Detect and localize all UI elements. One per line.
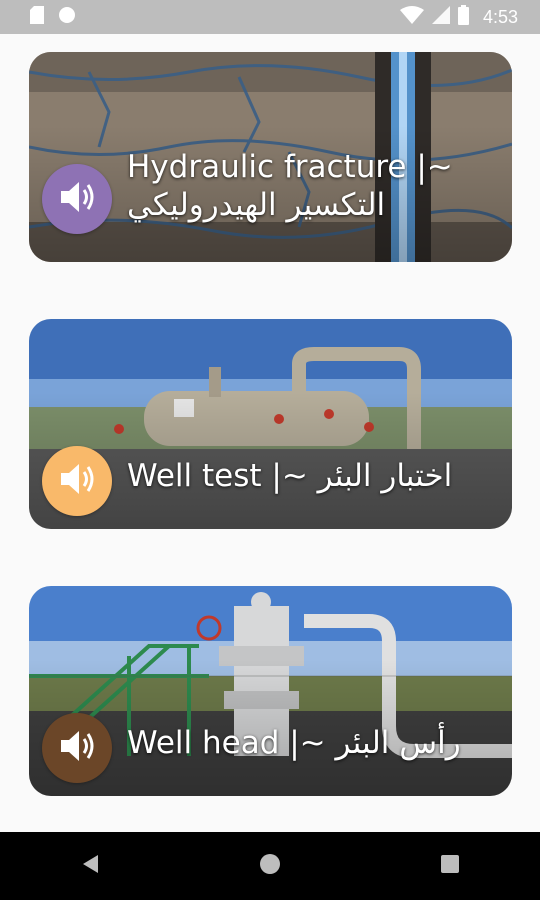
speaker-icon bbox=[57, 461, 97, 501]
card-title: Well head |~ رأس البئر bbox=[127, 725, 461, 761]
status-bar: 4:53 bbox=[0, 0, 540, 34]
navigation-bar bbox=[0, 832, 540, 900]
wifi-icon bbox=[399, 6, 424, 28]
card-well-test[interactable]: Well test |~ اختبار البئر bbox=[29, 319, 512, 529]
card-title: Well test |~ اختبار البئر bbox=[127, 458, 453, 494]
card-title: Hydraulic fracture |~ التكسير الهيدروليك… bbox=[127, 148, 453, 224]
home-button[interactable] bbox=[240, 836, 300, 896]
card-hydraulic-fracture[interactable]: Hydraulic fracture |~ التكسير الهيدروليك… bbox=[29, 52, 512, 262]
circle-notification-icon bbox=[58, 6, 76, 28]
sound-button[interactable] bbox=[42, 713, 112, 783]
signal-icon bbox=[431, 6, 450, 28]
sound-button[interactable] bbox=[42, 164, 112, 234]
recents-icon bbox=[441, 855, 459, 877]
back-icon bbox=[80, 853, 100, 879]
card-list[interactable]: Hydraulic fracture |~ التكسير الهيدروليك… bbox=[0, 34, 540, 832]
sound-button[interactable] bbox=[42, 446, 112, 516]
back-button[interactable] bbox=[60, 836, 120, 896]
recents-button[interactable] bbox=[420, 836, 480, 896]
card-title-english: Hydraulic fracture |~ bbox=[127, 149, 453, 185]
battery-icon bbox=[457, 5, 469, 29]
sd-card-icon bbox=[30, 6, 44, 28]
speaker-icon bbox=[57, 728, 97, 768]
speaker-icon bbox=[57, 179, 97, 219]
card-well-head[interactable]: Well head |~ رأس البئر bbox=[29, 586, 512, 796]
status-time: 4:53 bbox=[482, 6, 518, 27]
card-title-arabic: التكسير الهيدروليكي bbox=[127, 187, 386, 223]
home-icon bbox=[259, 853, 281, 879]
